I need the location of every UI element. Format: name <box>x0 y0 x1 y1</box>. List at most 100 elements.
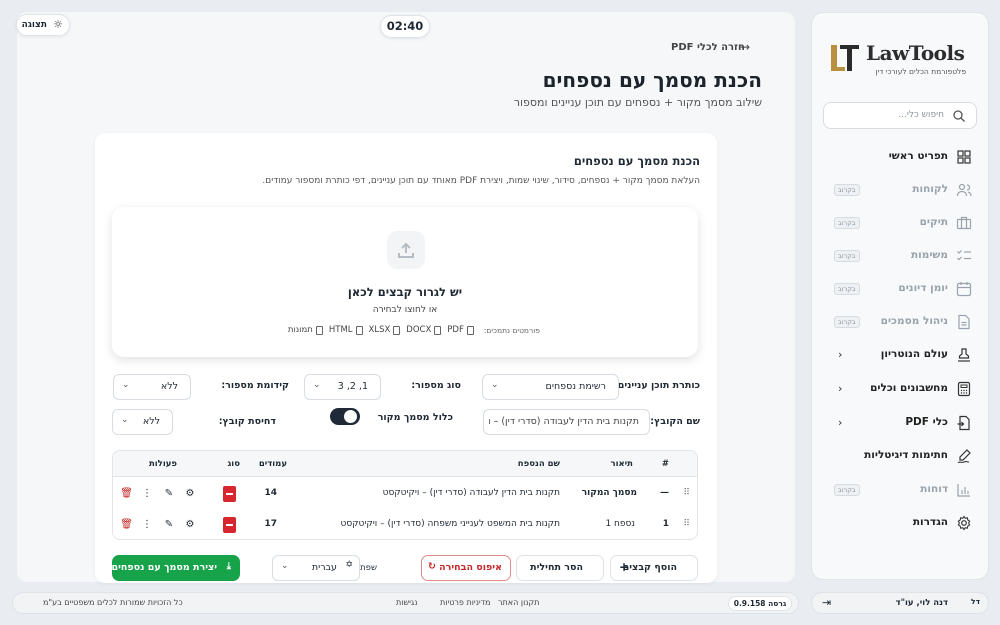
file-name-input[interactable]: תקנות בית הדין לעבודה (סדרי דין) – וי <box>483 409 650 435</box>
delete-icon[interactable]: 🗑 <box>120 488 133 500</box>
settings-icon[interactable]: ⚙ <box>184 519 196 531</box>
sidebar: LawTools פלטפורמת הכלים לעורכי דין חיפוש… <box>811 12 989 580</box>
sidebar-item-calculators[interactable]: מחשבונים וכלים ‹ <box>820 375 980 403</box>
privacy-policy-link[interactable]: מדיניות פרטיות <box>440 598 491 607</box>
column-header: סוג <box>227 459 241 469</box>
calendar-icon <box>956 282 972 297</box>
drag-handle-icon[interactable]: ⠿ <box>683 519 690 529</box>
logo[interactable]: LawTools פלטפורמת הכלים לעורכי דין <box>826 39 966 79</box>
accessibility-link[interactable]: נגישות <box>396 598 417 607</box>
chevron-down-icon: ⌄ <box>122 380 130 390</box>
edit-icon[interactable]: ✎ <box>163 488 175 500</box>
upload-icon <box>387 231 425 269</box>
sidebar-item-notary-world[interactable]: עולם הנוטריון ‹ <box>820 341 980 369</box>
row-pages: 17 <box>264 519 277 529</box>
add-files-button[interactable]: הוסף קבצים + <box>610 555 698 581</box>
user-avatar: דל <box>971 597 980 606</box>
include-source-toggle[interactable] <box>330 408 360 425</box>
sidebar-item-label: יומן דיונים <box>898 282 948 294</box>
drag-handle-icon[interactable]: ⠿ <box>683 488 690 498</box>
reset-selection-button[interactable]: איפוס הבחירה ↻ <box>421 555 511 581</box>
row-description: מסמך המקור <box>581 488 637 498</box>
sidebar-item-label: כלי PDF <box>905 416 948 428</box>
search-placeholder: חיפוש כלי... <box>898 110 944 120</box>
sidebar-item-document-management[interactable]: ניהול מסמכים בקרוב <box>820 308 980 336</box>
coming-soon-badge: בקרוב <box>834 316 860 328</box>
include-source-label: כלול מסמך מקור <box>377 412 453 423</box>
signature-icon <box>957 449 971 464</box>
number-prefix-select[interactable]: ללא ⌄ <box>113 374 191 400</box>
format-xlsx: XLSX <box>369 325 401 335</box>
sidebar-item-settings[interactable]: הגדרות <box>820 509 980 537</box>
sidebar-item-label: משימות <box>910 249 948 261</box>
sidebar-item-hearings-calendar[interactable]: יומן דיונים בקרוב <box>820 275 980 303</box>
format-label: תמונות <box>287 325 313 335</box>
remove-prefix-button[interactable]: הסר תחילית <box>516 555 604 581</box>
coming-soon-badge: בקרוב <box>834 184 860 196</box>
format-label: DOCX <box>406 325 432 335</box>
drop-subtitle: או לחוצו לבחירה <box>372 305 438 315</box>
pdf-tools-icon <box>957 415 970 431</box>
calculator-icon <box>957 381 971 397</box>
page-subtitle: שילוב מסמך מקור + נספחים עם תוכן עניינים… <box>513 96 762 109</box>
chevron-left-icon: ‹ <box>838 348 843 361</box>
chevron-down-icon: ⌄ <box>313 380 321 390</box>
drop-title: יש לגרור קבצים לכאן <box>347 285 463 299</box>
arrow-right-icon[interactable]: → <box>740 40 750 54</box>
split-icon[interactable]: ⋮ <box>141 519 153 531</box>
theme-icon: ☼ <box>53 18 63 31</box>
gear-icon <box>957 515 971 531</box>
remove-prefix-label: הסר תחילית <box>530 562 583 573</box>
back-to-pdf-tools-link[interactable]: חזרה לכלי PDF <box>671 42 745 53</box>
column-header: פעולות <box>148 459 177 469</box>
chart-icon <box>957 484 970 497</box>
sidebar-item-label: תיקים <box>919 216 948 228</box>
sidebar-item-main-menu[interactable]: תפריט ראשי <box>820 143 980 171</box>
format-label: PDF <box>447 325 464 335</box>
column-header: תיאור <box>610 459 633 469</box>
row-attachment-name: תקנות בית המשפט לענייני משפחה (סדרי דין)… <box>340 519 561 529</box>
format-html: HTML <box>329 325 363 335</box>
file-icon <box>434 325 442 335</box>
toc-title-select[interactable]: רשימת נספחים ⌄ <box>482 374 619 400</box>
sidebar-item-label: עולם הנוטריון <box>880 348 948 360</box>
row-attachment-name: תקנות בית הדין לעבודה (סדרי דין) – ויקיט… <box>382 488 560 498</box>
settings-icon[interactable]: ⚙ <box>184 488 196 500</box>
split-icon[interactable]: ⋮ <box>141 488 153 500</box>
compress-select[interactable]: ללא ⌄ <box>112 409 173 435</box>
footer: כל הזכויות שמורות לכלים משפטיים בע"מ נגי… <box>12 592 799 614</box>
delete-icon[interactable]: 🗑 <box>120 519 133 531</box>
file-name-label: שם הקובץ: <box>650 416 700 427</box>
document-icon <box>958 314 970 330</box>
sidebar-item-clients[interactable]: לקוחות בקרוב <box>820 176 980 204</box>
tasks-icon <box>957 250 971 261</box>
sidebar-item-label: חתימות דיגיטליות <box>864 449 948 461</box>
lawtools-logo-icon <box>831 45 859 71</box>
sidebar-item-digital-signatures[interactable]: חתימות דיגיטליות <box>820 442 980 470</box>
terms-link[interactable]: תקנון האתר <box>498 598 539 607</box>
sidebar-item-tasks[interactable]: משימות בקרוב <box>820 242 980 270</box>
sidebar-item-cases[interactable]: תיקים בקרוב <box>820 209 980 237</box>
file-drop-zone[interactable]: יש לגרור קבצים לכאן או לחוצו לבחירה פורמ… <box>112 207 698 357</box>
sidebar-item-reports[interactable]: דוחות בקרוב <box>820 476 980 504</box>
number-type-select[interactable]: 1, 2, 3 ⌄ <box>304 374 381 400</box>
sidebar-item-label: דוחות <box>920 483 948 495</box>
logout-icon[interactable]: ⇥ <box>822 596 831 609</box>
chevron-left-icon: ‹ <box>838 382 843 395</box>
format-label: HTML <box>328 325 353 335</box>
user-bar[interactable]: דל דנה לוי, עו"ד ⇥ <box>811 592 989 614</box>
language-select[interactable]: עברית ✡ ⌄ <box>272 555 360 581</box>
sidebar-search-input[interactable]: חיפוש כלי... <box>823 102 977 129</box>
coming-soon-badge: בקרוב <box>834 283 860 295</box>
edit-icon[interactable]: ✎ <box>163 519 175 531</box>
row-pages: 14 <box>264 488 277 498</box>
sidebar-item-label: לקוחות <box>912 183 948 195</box>
create-document-button[interactable]: יצירת מסמך עם נספחים ⤓ <box>111 555 240 581</box>
view-toggle-button[interactable]: תצוגה ☼ <box>16 14 70 36</box>
sidebar-item-pdf-tools[interactable]: כלי PDF ‹ <box>820 409 980 437</box>
compress-value: ללא <box>142 416 160 427</box>
plus-icon: + <box>619 560 630 574</box>
session-timer: 02:40 <box>380 15 430 38</box>
pdf-file-icon <box>223 486 236 502</box>
file-icon <box>466 325 474 335</box>
